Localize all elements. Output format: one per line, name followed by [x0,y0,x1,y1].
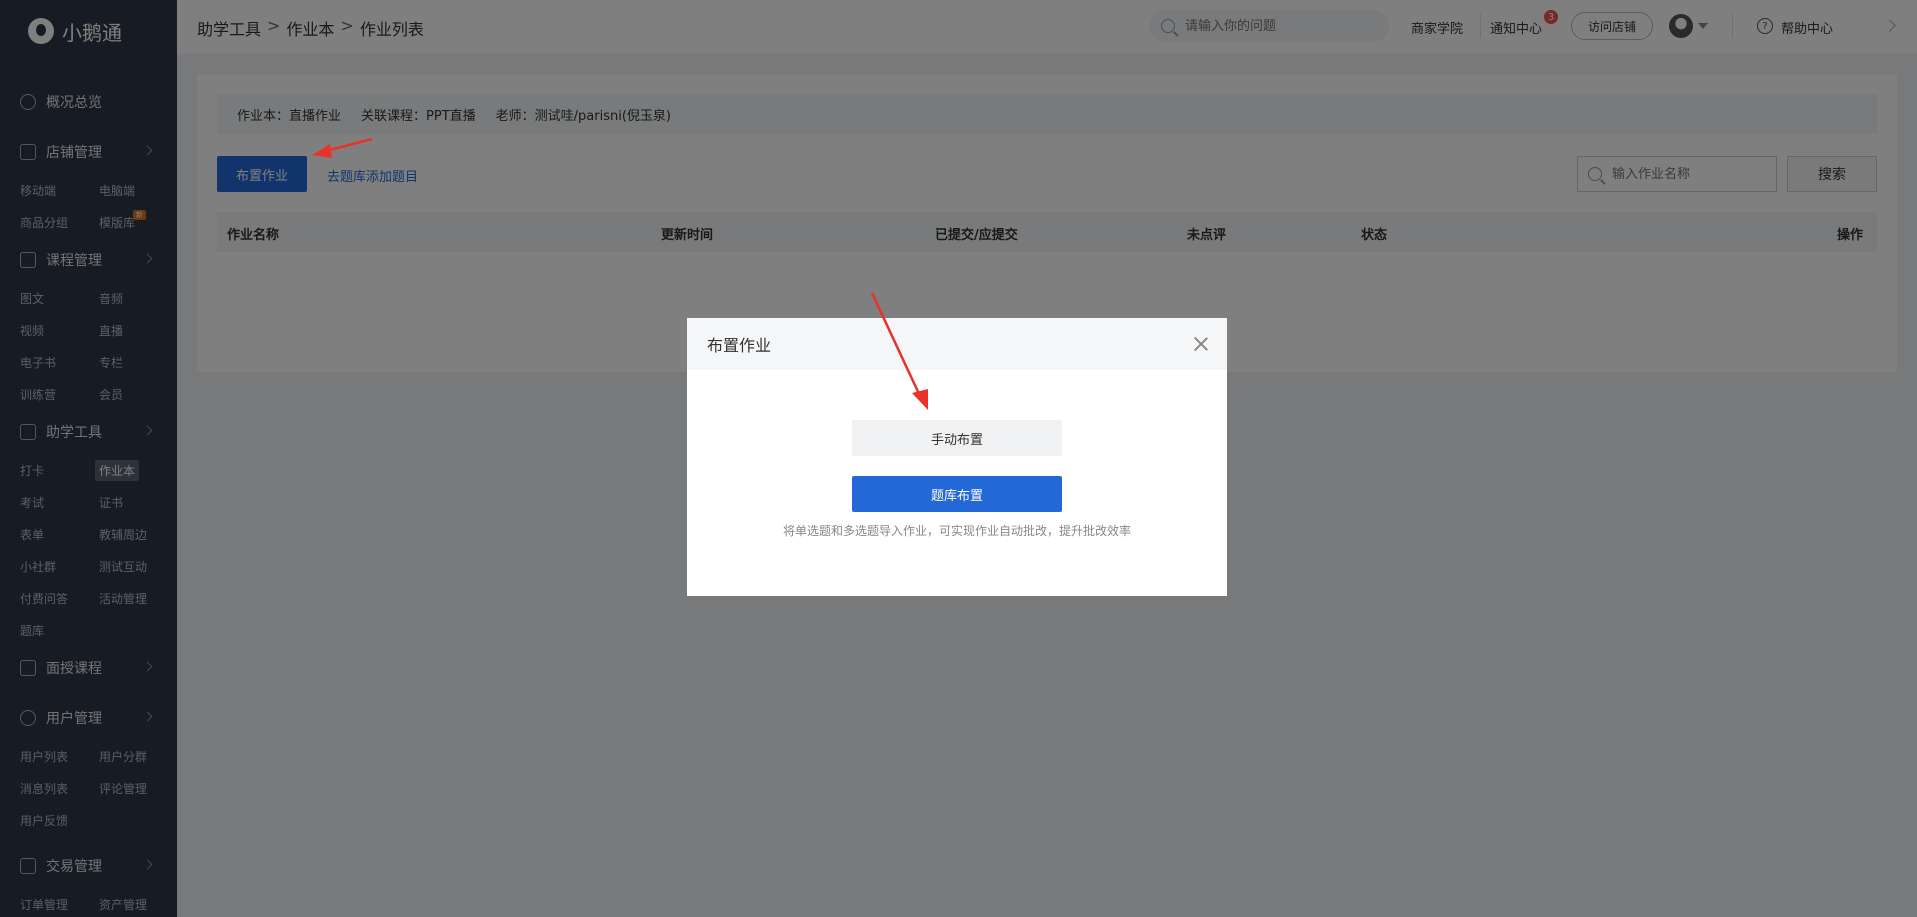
manual-assign-button[interactable]: 手动布置 [852,420,1062,456]
assign-homework-dialog: 布置作业 手动布置 题库布置 将单选题和多选题导入作业，可实现作业自动批改，提升… [687,318,1227,596]
dialog-title: 布置作业 [707,336,772,355]
question-bank-assign-button[interactable]: 题库布置 [852,476,1062,512]
dialog-header: 布置作业 [687,318,1227,370]
dialog-tip: 将单选题和多选题导入作业，可实现作业自动批改，提升批改效率 [782,524,1131,538]
close-icon[interactable] [1193,336,1209,352]
